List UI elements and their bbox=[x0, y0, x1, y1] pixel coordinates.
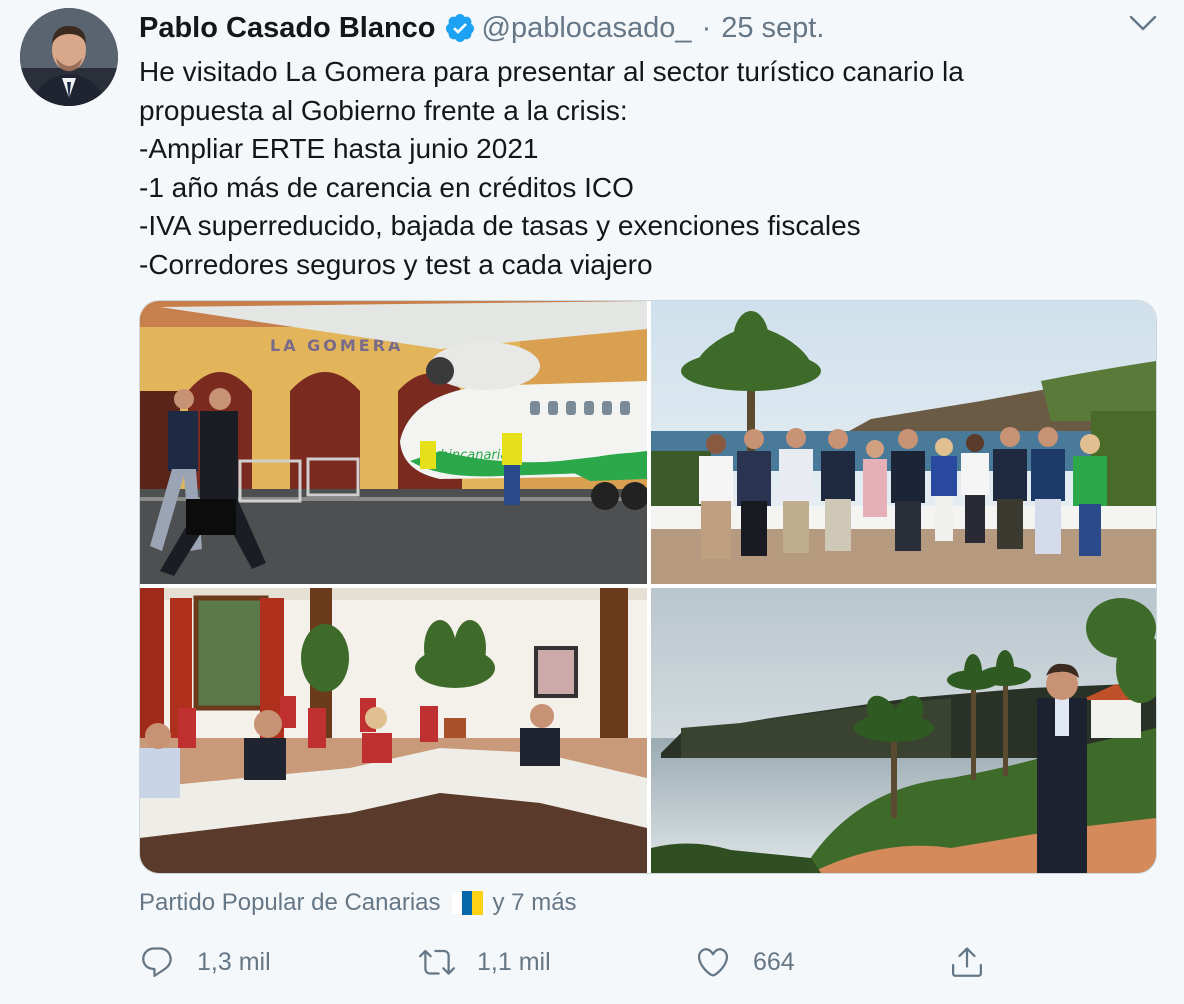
tweet-header: Pablo Casado Blanco @pablocasado_ · 25 s… bbox=[139, 8, 824, 48]
retweet-count: 1,1 mil bbox=[477, 947, 551, 976]
tweet[interactable]: Pablo Casado Blanco @pablocasado_ · 25 s… bbox=[0, 0, 1184, 1004]
tweet-line: -1 año más de carencia en créditos ICO bbox=[139, 171, 634, 203]
tagged-people[interactable]: Partido Popular de Canarias y 7 más bbox=[139, 885, 577, 921]
tagged-more[interactable]: y 7 más bbox=[493, 889, 577, 917]
share-icon bbox=[952, 947, 982, 977]
like-button[interactable]: 664 bbox=[695, 940, 795, 984]
plane-livery: bincanaria bbox=[440, 448, 508, 463]
tweet-line: propuesta al Gobierno frente a la crisis… bbox=[139, 94, 628, 126]
photo-group[interactable] bbox=[651, 301, 1156, 584]
like-count: 664 bbox=[753, 947, 795, 976]
share-button[interactable] bbox=[949, 940, 1007, 984]
author-name[interactable]: Pablo Casado Blanco bbox=[139, 12, 436, 45]
reply-icon bbox=[142, 947, 172, 977]
tweet-line: He visitado La Gomera para presentar al … bbox=[139, 56, 964, 87]
reply-count: 1,3 mil bbox=[197, 947, 271, 976]
author-handle[interactable]: @pablocasado_ bbox=[482, 12, 692, 45]
canary-flag-icon bbox=[450, 891, 483, 915]
photo-meeting[interactable] bbox=[140, 588, 647, 873]
retweet-icon bbox=[419, 949, 455, 975]
verified-badge-icon bbox=[444, 12, 476, 44]
tweet-line: -Corredores seguros y test a cada viajer… bbox=[139, 248, 653, 280]
reply-button[interactable]: 1,3 mil bbox=[139, 940, 271, 984]
photo-landscape[interactable] bbox=[651, 588, 1156, 873]
retweet-button[interactable]: 1,1 mil bbox=[419, 940, 551, 984]
tweet-text: He visitado La Gomera para presentar al … bbox=[139, 53, 1159, 284]
tweet-date[interactable]: 25 sept. bbox=[721, 12, 824, 45]
tweet-line: -IVA superreducido, bajada de tasas y ex… bbox=[139, 210, 861, 241]
tweet-line: -Ampliar ERTE hasta junio 2021 bbox=[139, 133, 539, 164]
photo-airport[interactable]: LA GOMERA bincanaria bbox=[140, 301, 647, 584]
like-icon bbox=[697, 948, 729, 977]
media-grid: LA GOMERA bincanaria bbox=[139, 300, 1157, 874]
separator-dot: · bbox=[701, 11, 712, 44]
avatar[interactable] bbox=[20, 8, 118, 106]
chevron-down-icon[interactable] bbox=[1128, 12, 1158, 34]
action-bar: 1,3 mil 1,1 mil 664 bbox=[139, 940, 1039, 984]
tagged-account[interactable]: Partido Popular de Canarias bbox=[139, 889, 441, 917]
